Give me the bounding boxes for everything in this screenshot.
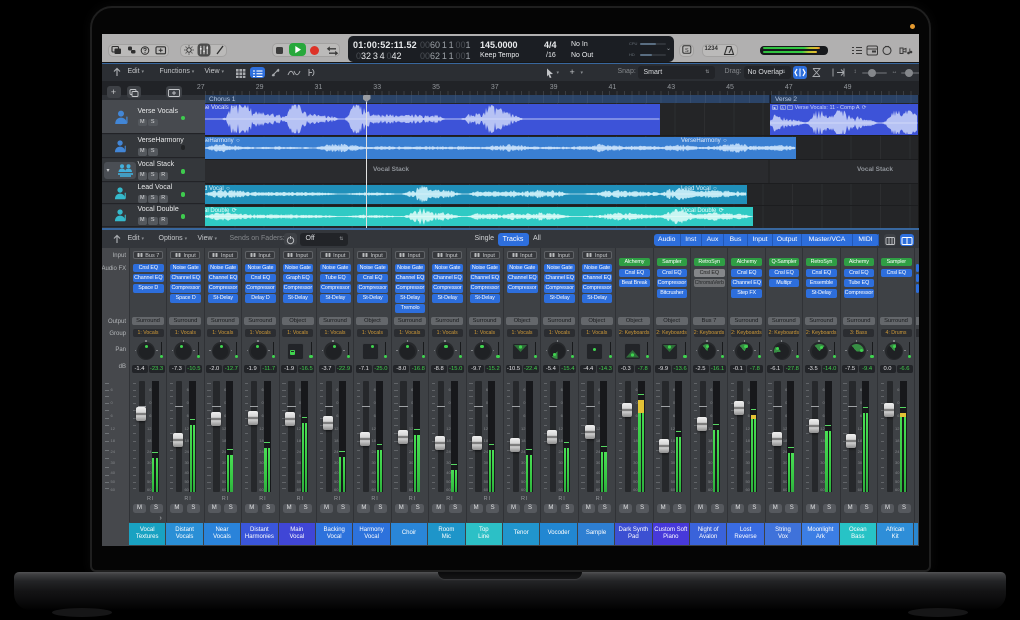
svg-text:S: S: [684, 48, 688, 54]
